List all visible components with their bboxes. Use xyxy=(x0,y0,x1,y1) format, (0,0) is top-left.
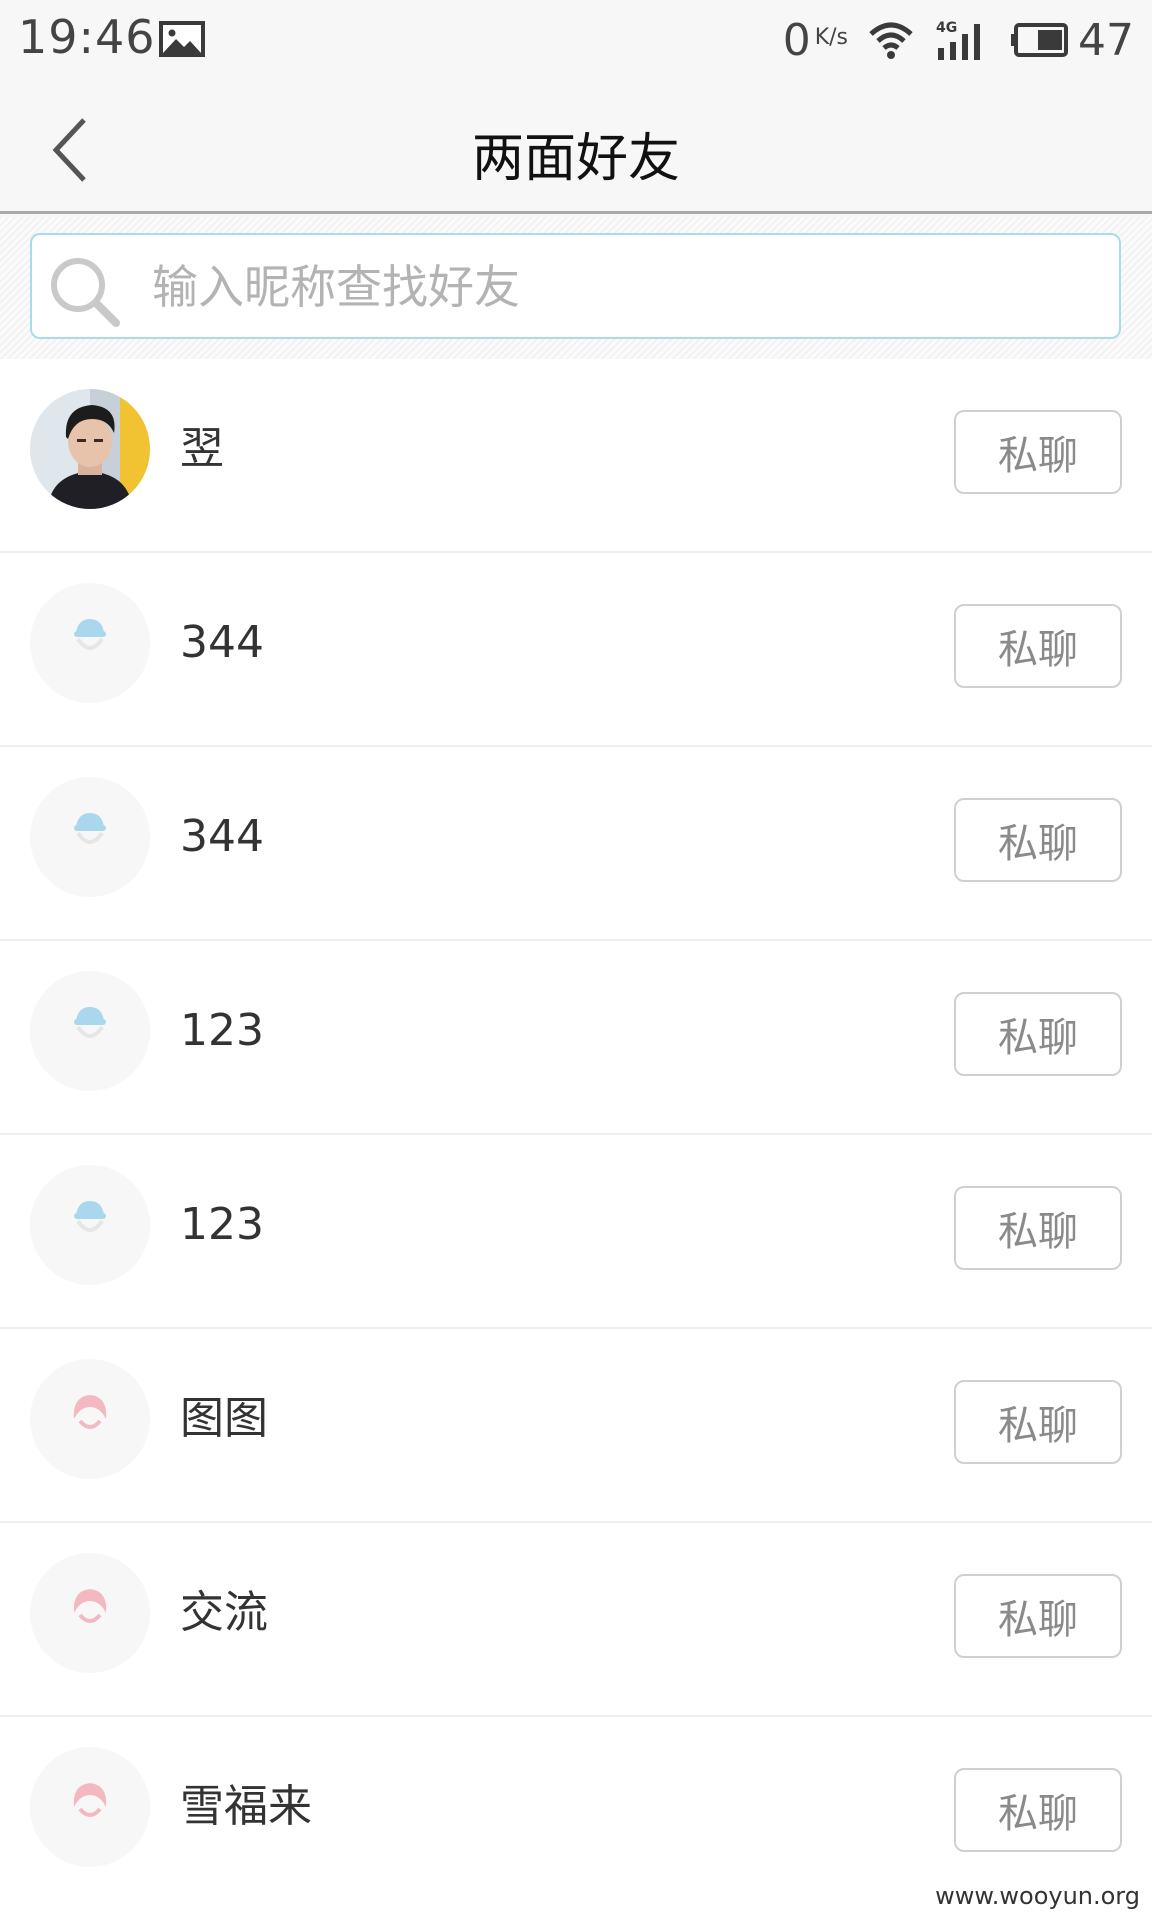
photo-avatar-icon xyxy=(30,389,150,509)
private-chat-button[interactable]: 私聊 xyxy=(954,1574,1122,1658)
search-icon xyxy=(51,258,120,327)
friend-row[interactable]: 123 私聊 xyxy=(0,1135,1152,1329)
avatar xyxy=(30,1165,150,1285)
search-area xyxy=(0,217,1152,359)
battery-level: 47 xyxy=(1078,14,1134,66)
watermark: www.wooyun.org xyxy=(935,1882,1140,1910)
avatar xyxy=(30,1359,150,1479)
gallery-notification-icon xyxy=(159,21,205,57)
friend-row[interactable]: 123 私聊 xyxy=(0,941,1152,1135)
friend-row[interactable]: 图图 私聊 xyxy=(0,1329,1152,1523)
friend-list: 翌 私聊 344 私聊 344 私聊 123 私聊 123 私聊 图图 私聊 交… xyxy=(0,359,1152,1920)
friend-row[interactable]: 翌 私聊 xyxy=(0,359,1152,553)
battery-icon xyxy=(1011,23,1068,57)
net-speed: 0 xyxy=(782,14,811,66)
status-time: 19:46 xyxy=(18,10,156,64)
signal-4g-icon: 4G xyxy=(936,20,980,60)
default-male-avatar-icon xyxy=(30,1165,150,1285)
default-female-avatar-icon xyxy=(30,1359,150,1479)
page-title: 两面好友 xyxy=(471,129,680,189)
default-female-avatar-icon xyxy=(30,1747,150,1867)
default-male-avatar-icon xyxy=(30,971,150,1091)
default-male-avatar-icon xyxy=(30,777,150,897)
avatar xyxy=(30,389,150,509)
friend-name: 123 xyxy=(180,1199,264,1250)
friend-row[interactable]: 344 私聊 xyxy=(0,747,1152,941)
private-chat-button[interactable]: 私聊 xyxy=(954,1768,1122,1852)
friend-name: 雪福来 xyxy=(180,1781,312,1832)
private-chat-button[interactable]: 私聊 xyxy=(954,992,1122,1076)
app-header: 两面好友 xyxy=(0,80,1152,214)
friend-name: 344 xyxy=(180,811,264,862)
avatar xyxy=(30,971,150,1091)
avatar xyxy=(30,777,150,897)
avatar xyxy=(30,1553,150,1673)
default-female-avatar-icon xyxy=(30,1553,150,1673)
friend-name: 图图 xyxy=(180,1393,268,1444)
default-male-avatar-icon xyxy=(30,583,150,703)
status-bar: 19:46 0 K/s 4G 47 xyxy=(0,0,1152,80)
private-chat-button[interactable]: 私聊 xyxy=(954,604,1122,688)
friend-row[interactable]: 交流 私聊 xyxy=(0,1523,1152,1717)
friend-name: 123 xyxy=(180,1005,264,1056)
private-chat-button[interactable]: 私聊 xyxy=(954,1186,1122,1270)
search-input[interactable] xyxy=(152,245,1092,329)
network-type-label: 4G xyxy=(936,20,957,36)
friend-name: 交流 xyxy=(180,1587,268,1638)
friend-name: 翌 xyxy=(180,423,224,474)
private-chat-button[interactable]: 私聊 xyxy=(954,798,1122,882)
net-speed-unit: K/s xyxy=(814,24,848,50)
private-chat-button[interactable]: 私聊 xyxy=(954,1380,1122,1464)
friend-name: 344 xyxy=(180,617,264,668)
avatar xyxy=(30,1747,150,1867)
search-box[interactable] xyxy=(30,233,1121,339)
private-chat-button[interactable]: 私聊 xyxy=(954,410,1122,494)
avatar xyxy=(30,583,150,703)
wifi-icon xyxy=(869,22,913,59)
friend-row[interactable]: 344 私聊 xyxy=(0,553,1152,747)
status-indicators: 0 K/s 4G 47 xyxy=(783,10,1134,70)
